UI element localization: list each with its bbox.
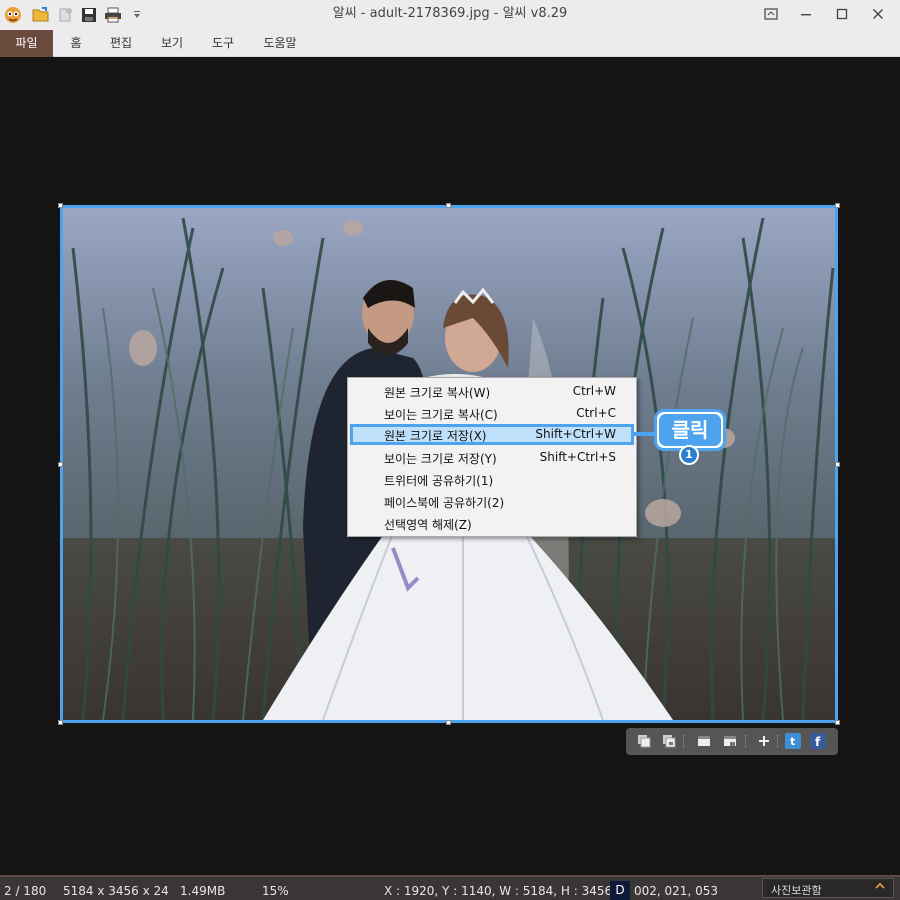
copy-visible-icon[interactable] [661,733,677,749]
resize-handle-top[interactable] [446,203,451,208]
menu-item-save-original[interactable]: 원본 크기로 저장(X) Shift+Ctrl+W [350,424,634,445]
menu-item-label: 원본 크기로 복사(W) [384,386,491,400]
resize-handle-top-right[interactable] [835,203,840,208]
customize-dropdown-icon[interactable] [130,5,144,25]
menu-tools[interactable]: 도구 [204,30,242,57]
menu-item-label: 보이는 크기로 저장(Y) [384,452,497,466]
context-menu: 원본 크기로 복사(W) Ctrl+W 보이는 크기로 복사(C) Ctrl+C… [347,377,637,537]
menu-item-share-facebook[interactable]: 페이스북에 공유하기(2) [350,491,634,511]
file-size: 1.49MB [180,884,226,898]
resize-handle-bottom[interactable] [446,720,451,725]
copy-original-icon[interactable] [636,733,652,749]
facebook-icon[interactable]: f [810,733,826,749]
resize-handle-bottom-right[interactable] [835,720,840,725]
print-icon[interactable] [103,5,123,25]
resize-handle-left[interactable] [58,462,63,467]
chevron-up-icon [875,881,885,894]
resize-handle-top-left[interactable] [58,203,63,208]
title-bar: 알씨 - adult-2178369.jpg - 알씨 v8.29 [0,0,900,30]
menu-home[interactable]: 홈 [58,30,94,57]
menu-view[interactable]: 보기 [153,30,191,57]
menu-item-shortcut: Shift+Ctrl+W [535,427,616,441]
app-logo-icon[interactable] [3,5,23,25]
status-bar: 2 / 180 5184 x 3456 x 24 1.49MB 15% X : … [0,875,900,900]
menu-item-deselect[interactable]: 선택영역 해제(Z) [350,513,634,533]
restore-mode-icon[interactable] [753,0,789,28]
maximize-icon[interactable] [824,0,860,28]
svg-text:t: t [790,735,795,748]
photo-gallery-button[interactable]: 사진보관함 [762,878,894,898]
menu-item-save-visible[interactable]: 보이는 크기로 저장(Y) Shift+Ctrl+S [350,447,634,467]
save-original-icon[interactable] [696,733,712,749]
menu-item-label: 선택영역 해제(Z) [384,518,472,532]
menu-file[interactable]: 파일 [0,30,53,57]
menu-edit[interactable]: 편집 [102,30,140,57]
save-icon[interactable] [79,5,99,25]
save-visible-icon[interactable] [722,733,738,749]
resize-handle-bottom-left[interactable] [58,720,63,725]
selection-info: X : 1920, Y : 1140, W : 5184, H : 3456 [384,884,613,898]
zoom-plus-icon[interactable] [756,733,772,749]
toolbar-divider [745,735,746,748]
open-folder-icon[interactable] [31,5,51,25]
menu-item-copy-visible[interactable]: 보이는 크기로 복사(C) Ctrl+C [350,403,634,423]
minimize-icon[interactable] [788,0,824,28]
menu-item-share-twitter[interactable]: 트위터에 공유하기(1) [350,469,634,489]
new-file-icon[interactable] [55,5,75,25]
svg-text:f: f [815,735,821,749]
menu-bar: 파일 홈 편집 보기 도구 도움말 [0,30,900,57]
pixel-color-badge: D [610,881,630,900]
toolbar-divider [683,735,684,748]
toolbar-divider [777,735,778,748]
menu-item-label: 트위터에 공유하기(1) [384,474,494,488]
twitter-icon[interactable]: t [785,733,801,749]
pixel-rgb-value: 002, 021, 053 [634,884,718,898]
resize-handle-right[interactable] [835,462,840,467]
zoom-level: 15% [262,884,289,898]
menu-item-label: 보이는 크기로 복사(C) [384,408,498,422]
close-icon[interactable] [860,0,896,28]
callout-step-badge: 1 [679,445,699,465]
menu-item-label: 원본 크기로 저장(X) [384,429,487,443]
callout-text: 클릭 [659,414,721,446]
menu-item-copy-original[interactable]: 원본 크기로 복사(W) Ctrl+W [350,381,634,401]
menu-help[interactable]: 도움말 [255,30,305,57]
menu-item-label: 페이스북에 공유하기(2) [384,496,505,510]
image-dimensions: 5184 x 3456 x 24 [63,884,169,898]
menu-item-shortcut: Ctrl+C [576,406,616,420]
menu-item-shortcut: Ctrl+W [572,384,616,398]
image-action-toolbar: t f [626,728,838,755]
image-index: 2 / 180 [4,884,47,898]
gallery-label: 사진보관함 [771,884,822,897]
menu-item-shortcut: Shift+Ctrl+S [539,450,616,464]
